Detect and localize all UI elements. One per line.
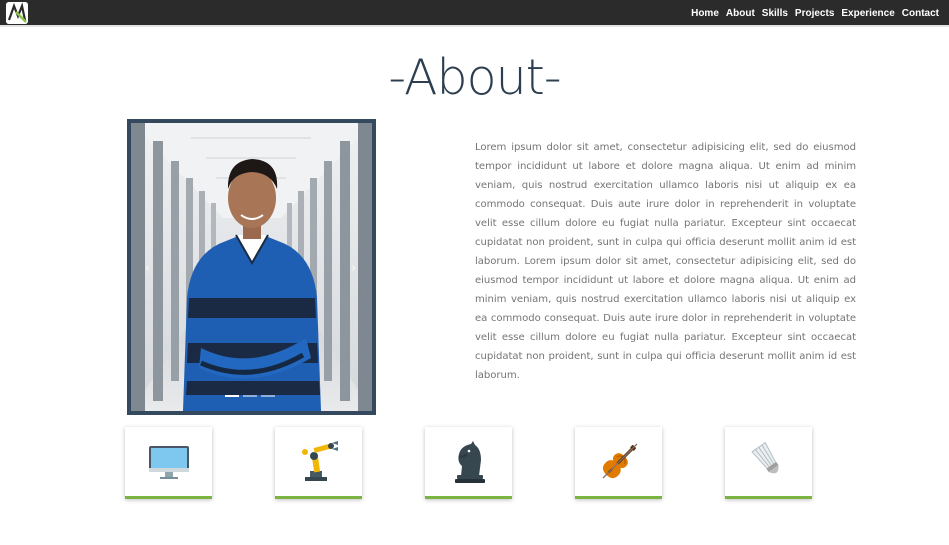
about-paragraph: Lorem ipsum dolor sit amet, consectetur … bbox=[475, 142, 856, 381]
logo-icon[interactable] bbox=[6, 2, 28, 24]
carousel-next-arrow[interactable]: › bbox=[351, 261, 356, 275]
nav-link-about[interactable]: About bbox=[726, 8, 755, 19]
carousel-prev-arrow[interactable]: ‹ bbox=[145, 261, 150, 275]
nav-link-home[interactable]: Home bbox=[691, 8, 719, 19]
carousel-indicator[interactable] bbox=[261, 395, 275, 397]
hobby-card-robotics[interactable] bbox=[275, 427, 362, 499]
nav-link-projects[interactable]: Projects bbox=[795, 8, 834, 19]
violin-icon bbox=[602, 443, 637, 478]
page-title: -About- bbox=[388, 49, 561, 106]
carousel-indicator[interactable] bbox=[225, 395, 239, 397]
hobby-card-computer[interactable] bbox=[125, 427, 212, 499]
computer-monitor-icon bbox=[148, 445, 189, 479]
carousel-indicators bbox=[225, 395, 275, 397]
nav-link-skills[interactable]: Skills bbox=[762, 8, 788, 19]
shuttlecock-icon bbox=[750, 441, 779, 473]
hobby-card-badminton[interactable] bbox=[725, 427, 812, 499]
chess-knight-icon bbox=[454, 440, 485, 483]
nav-link-contact[interactable]: Contact bbox=[902, 8, 939, 19]
navbar: Home About Skills Projects Experience Co… bbox=[0, 0, 949, 27]
hobby-card-violin[interactable] bbox=[575, 427, 662, 499]
robotic-arm-icon bbox=[301, 440, 338, 481]
nav-link-experience[interactable]: Experience bbox=[841, 8, 894, 19]
profile-photo bbox=[131, 123, 372, 411]
nav-links: Home About Skills Projects Experience Co… bbox=[691, 0, 939, 27]
hobby-card-chess[interactable] bbox=[425, 427, 512, 499]
profile-carousel[interactable]: ‹ › bbox=[127, 119, 376, 415]
carousel-indicator[interactable] bbox=[243, 395, 257, 397]
